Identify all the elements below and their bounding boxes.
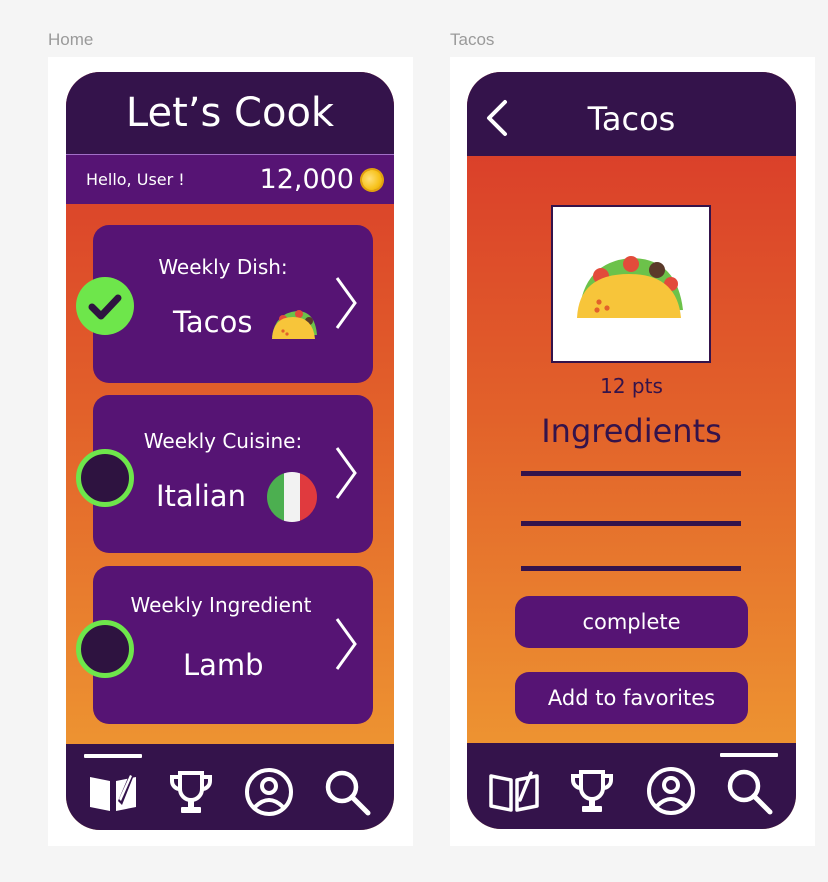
complete-button[interactable]: complete	[515, 596, 748, 648]
italy-flag-icon	[267, 472, 317, 522]
home-screen: Let’s Cook Hello, User ! 12,000 Weekly D…	[66, 72, 394, 830]
chevron-right-icon[interactable]	[333, 445, 359, 501]
greeting-text: Hello, User !	[86, 170, 185, 189]
chevron-right-icon[interactable]	[333, 616, 359, 672]
weekly-ingredient-value: Lamb	[183, 648, 264, 682]
nav-recipes[interactable]	[483, 760, 545, 822]
coin-balance: 12,000	[259, 164, 388, 195]
weekly-ingredient-check-icon[interactable]	[76, 620, 134, 678]
taco-image-icon	[577, 256, 683, 318]
weekly-dish-check-icon[interactable]	[76, 277, 134, 335]
tacos-bottom-nav	[467, 743, 796, 829]
home-bottom-nav	[66, 744, 394, 830]
weekly-dish-label: Weekly Dish:	[158, 255, 288, 279]
ingredient-line	[521, 566, 741, 571]
weekly-cuisine-label: Weekly Cuisine:	[143, 429, 303, 453]
weekly-cuisine-value: Italian	[156, 479, 246, 513]
ingredient-line	[521, 521, 741, 526]
dish-image	[551, 205, 711, 363]
weekly-dish-card[interactable]: Weekly Dish: Tacos	[93, 225, 373, 383]
weekly-dish-value: Tacos	[173, 305, 253, 339]
nav-search[interactable]	[718, 753, 780, 822]
screen-title: Tacos	[587, 100, 676, 138]
nav-trophy[interactable]	[561, 760, 623, 822]
add-to-favorites-button[interactable]: Add to favorites	[515, 672, 748, 724]
trophy-icon	[170, 771, 212, 813]
nav-active-indicator	[84, 754, 142, 758]
trophy-icon	[571, 770, 614, 812]
weekly-cuisine-check-icon[interactable]	[76, 449, 134, 507]
chevron-right-icon[interactable]	[333, 275, 359, 331]
home-frame: Let’s Cook Hello, User ! 12,000 Weekly D…	[48, 57, 413, 846]
nav-recipes[interactable]	[82, 754, 144, 823]
weekly-ingredient-label: Weekly Ingredient	[130, 593, 312, 617]
ingredients-heading: Ingredients	[541, 412, 722, 450]
book-icon	[90, 773, 136, 811]
points-label: 12 pts	[600, 374, 663, 398]
home-frame-label: Home	[48, 30, 94, 49]
nav-search[interactable]	[316, 761, 378, 823]
coin-amount: 12,000	[259, 164, 354, 195]
nav-trophy[interactable]	[160, 761, 222, 823]
coin-icon	[356, 164, 388, 195]
search-icon	[325, 770, 371, 816]
tacos-frame-label: Tacos	[450, 30, 495, 49]
book-icon	[489, 771, 539, 812]
greeting-bar: Hello, User ! 12,000	[66, 154, 394, 204]
tacos-header: Tacos	[467, 72, 796, 156]
weekly-cuisine-card[interactable]: Weekly Cuisine: Italian	[93, 395, 373, 553]
profile-icon	[646, 767, 695, 815]
ingredient-line	[521, 471, 741, 476]
taco-icon	[272, 310, 317, 339]
profile-icon	[245, 768, 293, 816]
tacos-frame: Tacos 12 pts Ingredients complete Add to…	[450, 57, 815, 846]
nav-profile[interactable]	[238, 761, 300, 823]
weekly-ingredient-card[interactable]: Weekly Ingredient Lamb	[93, 566, 373, 724]
nav-profile[interactable]	[640, 760, 702, 822]
search-icon	[727, 769, 773, 815]
home-header: Let’s Cook	[66, 72, 394, 154]
app-title: Let’s Cook	[125, 90, 335, 136]
tacos-screen: Tacos 12 pts Ingredients complete Add to…	[467, 72, 796, 829]
nav-active-indicator	[719, 753, 778, 757]
